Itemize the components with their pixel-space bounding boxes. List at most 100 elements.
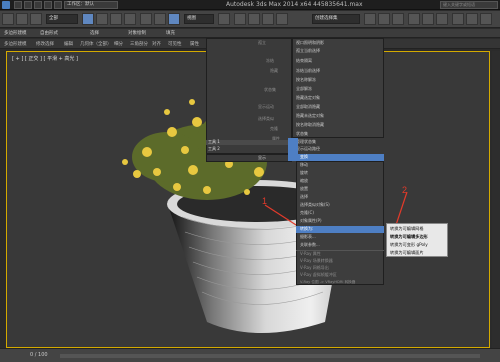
main-toolbar: 全部 视图 创建选择集 bbox=[0, 11, 500, 28]
menu-item-unfreeze-by-name[interactable]: 按名称解冻 bbox=[296, 77, 316, 83]
quad-left-label-2: 冻结 bbox=[266, 58, 274, 63]
app-logo-icon[interactable] bbox=[2, 1, 10, 9]
link-icon[interactable] bbox=[30, 13, 42, 25]
menu-item-unfreeze-all[interactable]: 全部解冻 bbox=[296, 86, 312, 92]
menu-item-manage-state-sets[interactable]: 管理状态集 bbox=[296, 139, 316, 145]
select-object-icon[interactable] bbox=[82, 13, 94, 25]
ribbon-panel-modify-selection[interactable]: 修改选择 bbox=[36, 41, 54, 47]
menu-item-vray-properties[interactable]: V-Ray 属性 bbox=[300, 251, 321, 257]
redo-icon[interactable] bbox=[54, 1, 62, 9]
scale-icon[interactable] bbox=[168, 13, 180, 25]
window-crossing-icon[interactable] bbox=[124, 13, 136, 25]
menu-item-select[interactable]: 选择 bbox=[300, 194, 308, 200]
tab-freeform[interactable]: 自由形式 bbox=[40, 30, 58, 36]
selection-filter-dropdown[interactable]: 全部 bbox=[46, 14, 78, 24]
menu-item-end-isolate[interactable]: 结束隔离 bbox=[296, 58, 312, 64]
tab-polygon-modeling[interactable]: 多边形建模 bbox=[4, 30, 27, 36]
named-selection-dropdown[interactable]: 创建选择集 bbox=[312, 14, 360, 24]
menu-item-vray-scene-converter[interactable]: V-Ray 场景转换器 bbox=[300, 258, 333, 264]
graphite-tabs: 多边形建模 自由形式 选择 对象绘制 填充 bbox=[0, 29, 500, 38]
angle-snap-icon[interactable] bbox=[248, 13, 260, 25]
quad-transform-label: 变换 bbox=[300, 154, 308, 159]
ribbon-panel-visibility[interactable]: 可见性 bbox=[168, 41, 182, 47]
menu-item-unhide-by-name[interactable]: 按名称取消隐藏 bbox=[296, 122, 324, 128]
menu-item-vray-frame-buffer[interactable]: V-Ray 虚拟帧缓冲区 bbox=[300, 272, 337, 278]
timeline-bar: 0 / 100 bbox=[0, 348, 500, 362]
menu-item-convert-to[interactable]: 转换为: bbox=[300, 226, 313, 232]
align-icon[interactable] bbox=[378, 13, 390, 25]
reference-coord-dropdown[interactable]: 视图 bbox=[184, 14, 214, 24]
move-icon[interactable] bbox=[140, 13, 152, 25]
undo-icon[interactable] bbox=[44, 1, 52, 9]
callout-number-2: 2 bbox=[402, 185, 408, 195]
select-by-name-icon[interactable] bbox=[96, 13, 108, 25]
submenu-item-deformable-gpoly[interactable]: 转换为可变形 gPoly bbox=[390, 242, 428, 248]
time-slider[interactable] bbox=[60, 354, 480, 358]
submenu-item-editable-poly[interactable]: 转换为可编辑多边形 bbox=[390, 234, 428, 240]
menu-item-wire-parameters[interactable]: 关联参数... bbox=[300, 242, 320, 248]
menu-item-freeze[interactable]: 冻结当前选择 bbox=[296, 68, 320, 74]
ribbon-panel-edit[interactable]: 编辑 bbox=[64, 41, 73, 47]
ribbon-panel-properties[interactable]: 属性 bbox=[190, 41, 199, 47]
ribbon-panel-triangulation[interactable]: 三角剖分 bbox=[130, 41, 148, 47]
submenu-item-editable-patch[interactable]: 转换为可编辑面片 bbox=[390, 250, 424, 256]
quad-center-highlight bbox=[288, 138, 298, 154]
ribbon-panel-poly[interactable]: 多边形建模 bbox=[4, 41, 27, 47]
workspace-dropdown[interactable]: 工作区：默认 bbox=[64, 1, 118, 9]
tab-selection[interactable]: 选择 bbox=[90, 30, 99, 36]
quad-left-label-1: 孤立 bbox=[258, 40, 266, 45]
ribbon-panel-subdivision[interactable]: 细分 bbox=[114, 41, 123, 47]
mirror-icon[interactable] bbox=[364, 13, 376, 25]
quad-display-label: 显示 bbox=[258, 155, 266, 160]
pivot-center-icon[interactable] bbox=[218, 13, 230, 25]
snap-toggle-icon[interactable] bbox=[234, 13, 246, 25]
menu-item-isolate[interactable]: 孤立当前选择 bbox=[296, 48, 320, 54]
menu-item-place[interactable]: 放置 bbox=[300, 186, 308, 192]
curve-editor-icon[interactable] bbox=[408, 13, 420, 25]
undo-button[interactable] bbox=[2, 13, 14, 25]
redo-button[interactable] bbox=[16, 13, 28, 25]
render-frame-icon[interactable] bbox=[466, 13, 478, 25]
quad-tools-1-label: 工具 1 bbox=[208, 139, 220, 144]
menu-item-select-similar[interactable]: 选择类似对象(S) bbox=[300, 202, 330, 208]
material-editor-icon[interactable] bbox=[436, 13, 448, 25]
title-bar: 工作区：默认 Autodesk 3ds Max 2014 x64 4458356… bbox=[0, 0, 500, 10]
menu-item-vray-bitmap-converter[interactable]: V-Ray 位图 -> VRayHDRI 转换器 bbox=[300, 279, 355, 285]
save-file-icon[interactable] bbox=[34, 1, 42, 9]
new-file-icon[interactable] bbox=[14, 1, 22, 9]
menu-item-move[interactable]: 移动 bbox=[300, 162, 308, 168]
menu-item-unhide-all[interactable]: 全部取消隐藏 bbox=[296, 104, 320, 110]
menu-item-hide-unselected[interactable]: 隐藏未选定对象 bbox=[296, 113, 324, 119]
frame-counter[interactable]: 0 / 100 bbox=[30, 352, 48, 358]
menu-item-hide-selection[interactable]: 隐藏选定对象 bbox=[296, 95, 320, 101]
submenu-item-editable-mesh[interactable]: 转换为可编辑网格 bbox=[390, 226, 424, 232]
window-title: Autodesk 3ds Max 2014 x64 445835641.max bbox=[226, 1, 363, 8]
tab-populate[interactable]: 填充 bbox=[166, 30, 175, 36]
menu-item-object-properties[interactable]: 对象属性(P) bbox=[300, 218, 322, 224]
menu-item-rotate[interactable]: 旋转 bbox=[300, 170, 308, 176]
quad-tools-2-label: 工具 2 bbox=[208, 146, 220, 151]
rotate-icon[interactable] bbox=[154, 13, 166, 25]
menu-item-state-sets[interactable]: 状态集 bbox=[296, 131, 308, 137]
ribbon-panel-geometry[interactable]: 几何体（全部） bbox=[80, 41, 112, 47]
region-select-icon[interactable] bbox=[110, 13, 122, 25]
tab-object-paint[interactable]: 对象绘制 bbox=[128, 30, 146, 36]
menu-item-clone[interactable]: 克隆(C) bbox=[300, 210, 314, 216]
ribbon-panel-align[interactable]: 对齐 bbox=[152, 41, 161, 47]
render-setup-icon[interactable] bbox=[452, 13, 464, 25]
open-file-icon[interactable] bbox=[24, 1, 32, 9]
menu-item-dope-sheet[interactable]: 摄影表... bbox=[300, 234, 316, 240]
menu-item-display-motion-path[interactable]: 显示运动路径 bbox=[296, 146, 320, 152]
menu-item-scale[interactable]: 缩放 bbox=[300, 178, 308, 184]
callout-number-1: 1 bbox=[262, 196, 268, 206]
render-icon[interactable] bbox=[480, 13, 492, 25]
quad-display-bar bbox=[206, 154, 292, 162]
menu-item-vray-mesh-export[interactable]: V-Ray 网格导出 bbox=[300, 265, 329, 271]
layer-manager-icon[interactable] bbox=[392, 13, 404, 25]
percent-snap-icon[interactable] bbox=[262, 13, 274, 25]
quad-left-label-4: 状态集 bbox=[264, 87, 276, 92]
menu-item-viewport-lighting[interactable]: 视口照明和阴影 bbox=[296, 40, 324, 46]
schematic-view-icon[interactable] bbox=[422, 13, 434, 25]
search-input[interactable]: 键入关键字或短语 bbox=[440, 1, 498, 9]
spinner-snap-icon[interactable] bbox=[276, 13, 288, 25]
